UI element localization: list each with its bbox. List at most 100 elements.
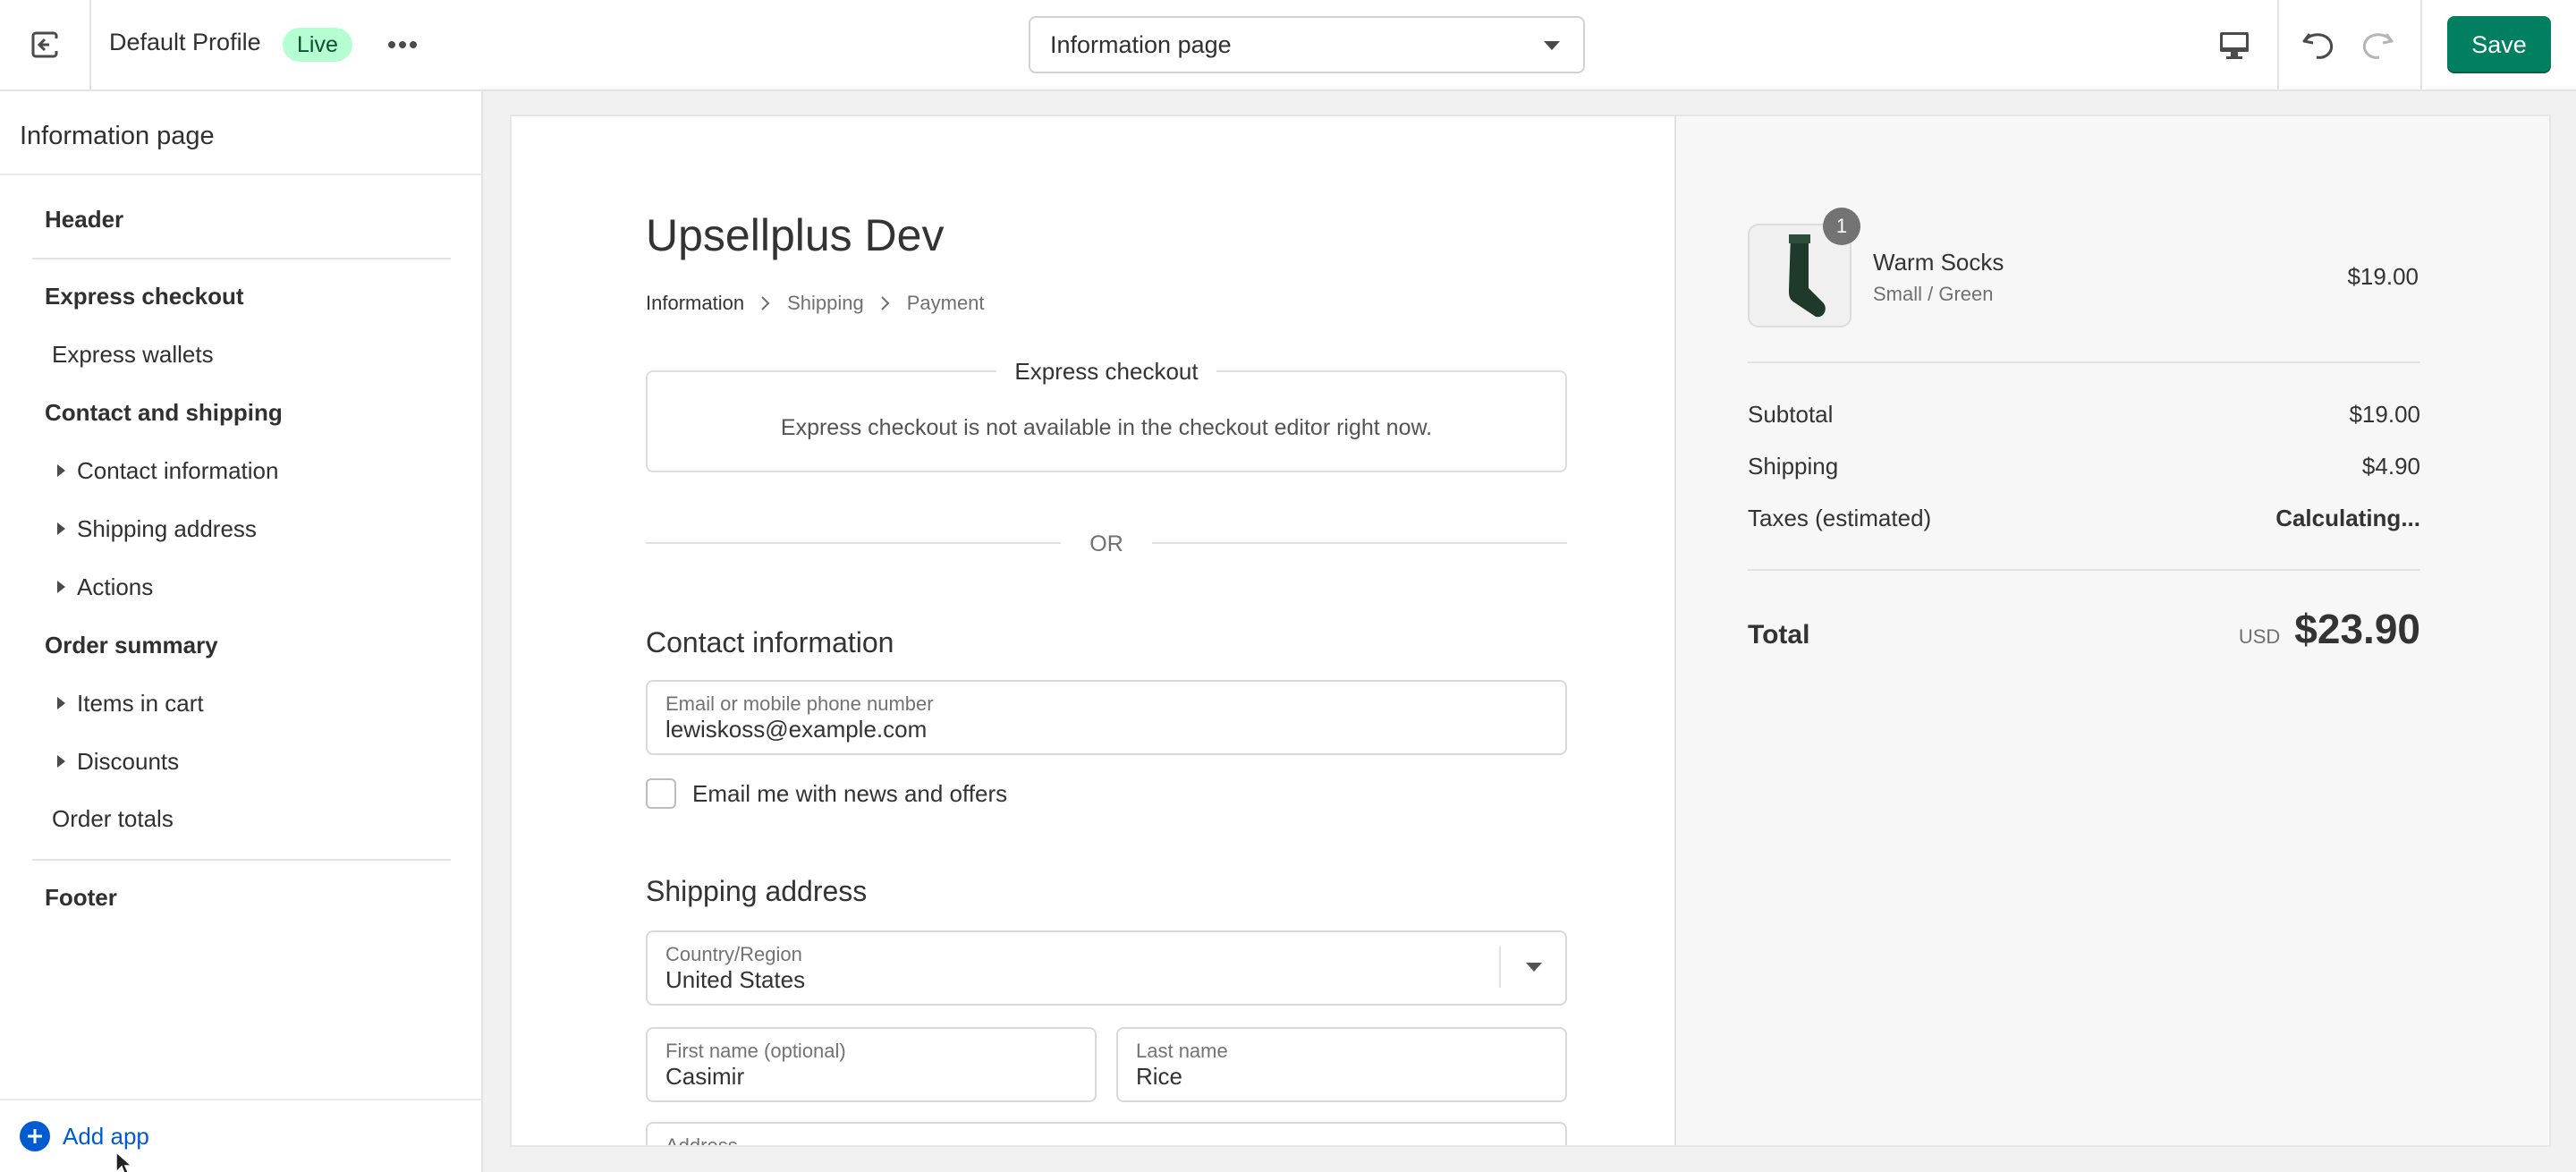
mouse-cursor-icon bbox=[115, 1151, 132, 1172]
sidebar-item-header[interactable]: Header bbox=[45, 206, 123, 234]
sidebar-item-discounts[interactable]: Discounts bbox=[57, 748, 180, 776]
expand-arrow-icon bbox=[57, 464, 65, 477]
toolbar-divider bbox=[2277, 0, 2279, 89]
shipping-row: Shipping $4.90 bbox=[1748, 453, 2420, 480]
newsletter-option[interactable]: Email me with news and offers bbox=[646, 778, 1007, 809]
email-field-label: Email or mobile phone number bbox=[665, 692, 934, 715]
plus-circle-icon bbox=[20, 1121, 50, 1151]
expand-arrow-icon bbox=[57, 581, 65, 593]
shipping-value: $4.90 bbox=[2361, 453, 2420, 480]
add-app-label: Add app bbox=[63, 1122, 149, 1150]
caret-down-icon bbox=[1526, 963, 1542, 972]
subtotal-value: $19.00 bbox=[2349, 401, 2420, 428]
expand-arrow-icon bbox=[57, 522, 65, 535]
sidebar-item-label: Discounts bbox=[77, 748, 180, 775]
country-select-label: Country/Region bbox=[665, 943, 802, 965]
sidebar-item-shipping-address[interactable]: Shipping address bbox=[57, 515, 257, 543]
divider bbox=[0, 174, 481, 175]
sidebar-item-express-checkout[interactable]: Express checkout bbox=[45, 283, 244, 310]
save-button[interactable]: Save bbox=[2447, 16, 2551, 73]
add-app-button[interactable]: Add app bbox=[20, 1120, 149, 1152]
sidebar: Information page Header Express checkout… bbox=[0, 91, 483, 1172]
sidebar-item-footer[interactable]: Footer bbox=[45, 884, 117, 912]
sidebar-item-items-in-cart[interactable]: Items in cart bbox=[57, 690, 204, 718]
address-field[interactable]: Address bbox=[646, 1122, 1567, 1145]
profile-name: Default Profile bbox=[109, 29, 261, 55]
sidebar-item-label: Items in cart bbox=[77, 690, 204, 717]
more-actions-button[interactable] bbox=[383, 23, 422, 66]
product-thumbnail: 1 bbox=[1748, 208, 1860, 327]
divider bbox=[32, 258, 451, 259]
breadcrumb-payment[interactable]: Payment bbox=[907, 292, 985, 315]
expand-arrow-icon bbox=[57, 697, 65, 709]
exit-editor-button[interactable] bbox=[0, 0, 91, 89]
sidebar-item-express-wallets[interactable]: Express wallets bbox=[52, 341, 214, 369]
or-separator: OR bbox=[1089, 531, 1123, 556]
newsletter-label: Email me with news and offers bbox=[692, 779, 1008, 807]
expand-arrow-icon bbox=[57, 755, 65, 768]
redo-icon bbox=[2362, 33, 2394, 59]
shipping-label: Shipping bbox=[1748, 453, 1839, 480]
express-checkout-title-text: Express checkout bbox=[996, 358, 1216, 385]
undo-button[interactable] bbox=[2297, 23, 2340, 66]
last-name-label: Last name bbox=[1136, 1040, 1228, 1062]
first-name-field[interactable]: First name (optional) Casimir bbox=[646, 1027, 1097, 1102]
checkout-preview: Upsellplus Dev Information Shipping Paym… bbox=[510, 115, 2551, 1147]
divider bbox=[646, 542, 1061, 544]
divider bbox=[1748, 361, 2420, 363]
sidebar-item-order-summary[interactable]: Order summary bbox=[45, 632, 218, 659]
order-summary-pane: 1 Warm Socks Small / Green $19.00 Subtot… bbox=[1674, 116, 2549, 1145]
express-checkout-note: Express checkout is not available in the… bbox=[780, 415, 1433, 440]
last-name-field[interactable]: Last name Rice bbox=[1116, 1027, 1567, 1102]
toolbar-divider bbox=[2420, 0, 2422, 89]
sidebar-item-label: Contact information bbox=[77, 457, 279, 484]
divider bbox=[1748, 569, 2420, 571]
ellipsis-icon bbox=[388, 41, 417, 48]
taxes-label: Taxes (estimated) bbox=[1748, 505, 1932, 531]
breadcrumb: Information Shipping Payment bbox=[646, 292, 985, 315]
sidebar-item-order-totals[interactable]: Order totals bbox=[52, 805, 174, 833]
product-price: $19.00 bbox=[2347, 263, 2419, 290]
divider bbox=[32, 859, 451, 861]
shipping-heading: Shipping address bbox=[646, 875, 868, 907]
redo-button[interactable] bbox=[2356, 23, 2399, 66]
page-select-value: Information page bbox=[1050, 31, 1232, 58]
currency-code: USD bbox=[2238, 625, 2281, 648]
total-row: Total USD $23.90 bbox=[1748, 605, 2420, 653]
status-badge: Live bbox=[283, 28, 352, 62]
sidebar-item-contact-and-shipping[interactable]: Contact and shipping bbox=[45, 399, 283, 427]
product-variant: Small / Green bbox=[1873, 283, 1994, 305]
email-field-value: lewiskoss@example.com bbox=[665, 716, 928, 743]
first-name-value: Casimir bbox=[665, 1063, 745, 1090]
shop-title: Upsellplus Dev bbox=[646, 210, 945, 260]
divider bbox=[1499, 947, 1501, 988]
breadcrumb-shipping[interactable]: Shipping bbox=[787, 292, 864, 315]
top-bar: Default Profile Live Information page Sa… bbox=[0, 0, 2576, 91]
sidebar-item-label: Actions bbox=[77, 573, 154, 600]
chevron-right-icon bbox=[761, 296, 770, 310]
taxes-value: Calculating... bbox=[2275, 505, 2420, 531]
desktop-icon bbox=[2220, 32, 2249, 59]
express-checkout-title: Express checkout bbox=[512, 358, 1701, 386]
quantity-badge: 1 bbox=[1823, 208, 1860, 245]
page-select[interactable]: Information page bbox=[1029, 16, 1585, 73]
desktop-preview-button[interactable] bbox=[2209, 23, 2259, 68]
taxes-row: Taxes (estimated) Calculating... bbox=[1748, 505, 2420, 532]
subtotal-row: Subtotal $19.00 bbox=[1748, 401, 2420, 429]
product-name: Warm Socks bbox=[1873, 249, 2004, 276]
country-select[interactable]: Country/Region United States bbox=[646, 930, 1567, 1006]
sidebar-item-contact-information[interactable]: Contact information bbox=[57, 457, 279, 485]
newsletter-checkbox[interactable] bbox=[646, 778, 676, 809]
breadcrumb-information[interactable]: Information bbox=[646, 292, 744, 315]
email-field[interactable]: Email or mobile phone number lewiskoss@e… bbox=[646, 680, 1567, 755]
sidebar-item-actions[interactable]: Actions bbox=[57, 573, 154, 601]
chevron-right-icon bbox=[880, 296, 890, 310]
last-name-value: Rice bbox=[1136, 1063, 1183, 1090]
contact-heading: Contact information bbox=[646, 626, 894, 658]
divider bbox=[1152, 542, 1567, 544]
undo-icon bbox=[2302, 33, 2334, 59]
caret-down-icon bbox=[1544, 41, 1560, 50]
exit-icon bbox=[31, 31, 58, 58]
subtotal-label: Subtotal bbox=[1748, 401, 1834, 428]
total-label: Total bbox=[1748, 620, 1810, 650]
